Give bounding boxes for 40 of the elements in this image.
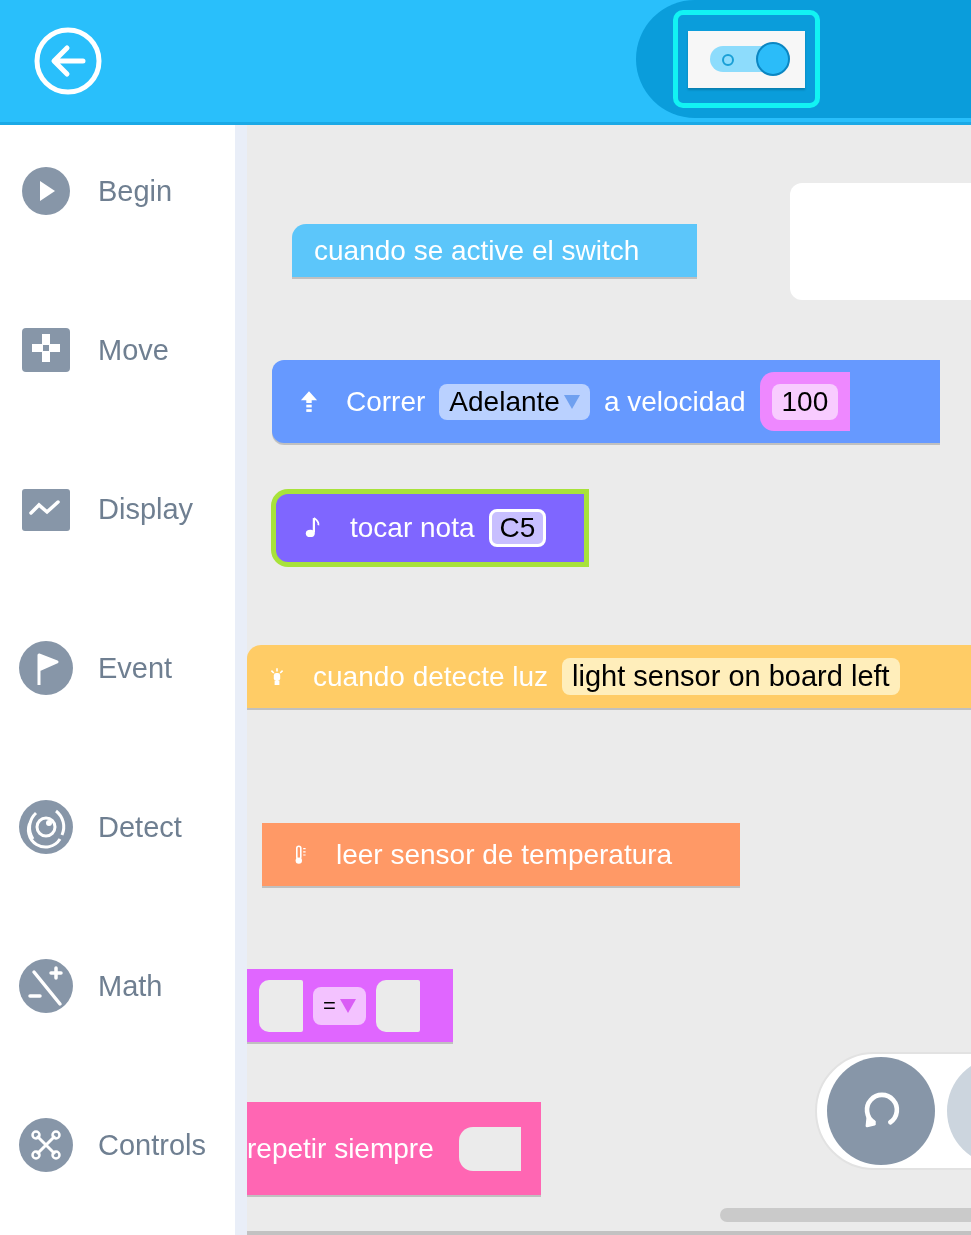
block-label: repetir siempre bbox=[247, 1132, 434, 1165]
block-label: cuando se active el switch bbox=[314, 234, 640, 267]
input-slot[interactable] bbox=[375, 979, 420, 1032]
dropdown-field[interactable]: Adelante bbox=[439, 383, 590, 420]
category-item[interactable]: Begin bbox=[0, 163, 235, 219]
code-block[interactable]: cuando detecte luz light sensor on board left bbox=[247, 645, 971, 708]
reset-button[interactable] bbox=[827, 1057, 935, 1165]
block-label: tocar nota bbox=[350, 512, 475, 544]
lightbulb-icon bbox=[269, 665, 285, 688]
mode-switch[interactable] bbox=[688, 30, 805, 88]
music-note-icon bbox=[304, 516, 322, 540]
category-item[interactable]: Display bbox=[0, 481, 235, 537]
input-slot[interactable] bbox=[259, 979, 303, 1032]
dropdown-arrow-icon bbox=[339, 998, 356, 1013]
block-label: leer sensor de temperatura bbox=[336, 838, 673, 871]
loop-mouth bbox=[459, 1126, 521, 1171]
category-item[interactable]: Event bbox=[0, 640, 235, 696]
code-block[interactable]: Correr Adelante a velocidad 100 bbox=[272, 360, 940, 443]
back-button[interactable] bbox=[33, 26, 103, 96]
number-input[interactable]: 100 bbox=[759, 372, 851, 431]
code-block[interactable]: repetir siempre bbox=[247, 1102, 541, 1195]
flag-icon bbox=[18, 640, 74, 696]
category-item[interactable]: Move bbox=[0, 322, 235, 378]
category-item[interactable]: Detect bbox=[0, 799, 235, 855]
block-label: Correr bbox=[346, 385, 426, 418]
plus-minus-icon bbox=[18, 958, 74, 1014]
branch-icon bbox=[18, 1117, 74, 1173]
dropdown-field[interactable]: light sensor on board left bbox=[562, 658, 900, 695]
category-item[interactable]: Math bbox=[0, 958, 235, 1014]
scrollbar[interactable] bbox=[720, 1208, 971, 1222]
category-item[interactable]: Controls bbox=[0, 1117, 235, 1173]
note-field[interactable]: C5 bbox=[488, 509, 547, 547]
dropdown-field[interactable]: = bbox=[313, 986, 366, 1025]
dropdown-arrow-icon bbox=[563, 394, 580, 409]
up-arrow-icon bbox=[300, 389, 318, 414]
block-label: cuando detecte luz bbox=[313, 660, 549, 693]
radar-icon bbox=[18, 799, 74, 855]
block-label: a velocidad bbox=[603, 385, 746, 418]
code-block[interactable]: = bbox=[247, 969, 453, 1042]
code-block[interactable]: leer sensor de temperatura bbox=[262, 823, 740, 886]
